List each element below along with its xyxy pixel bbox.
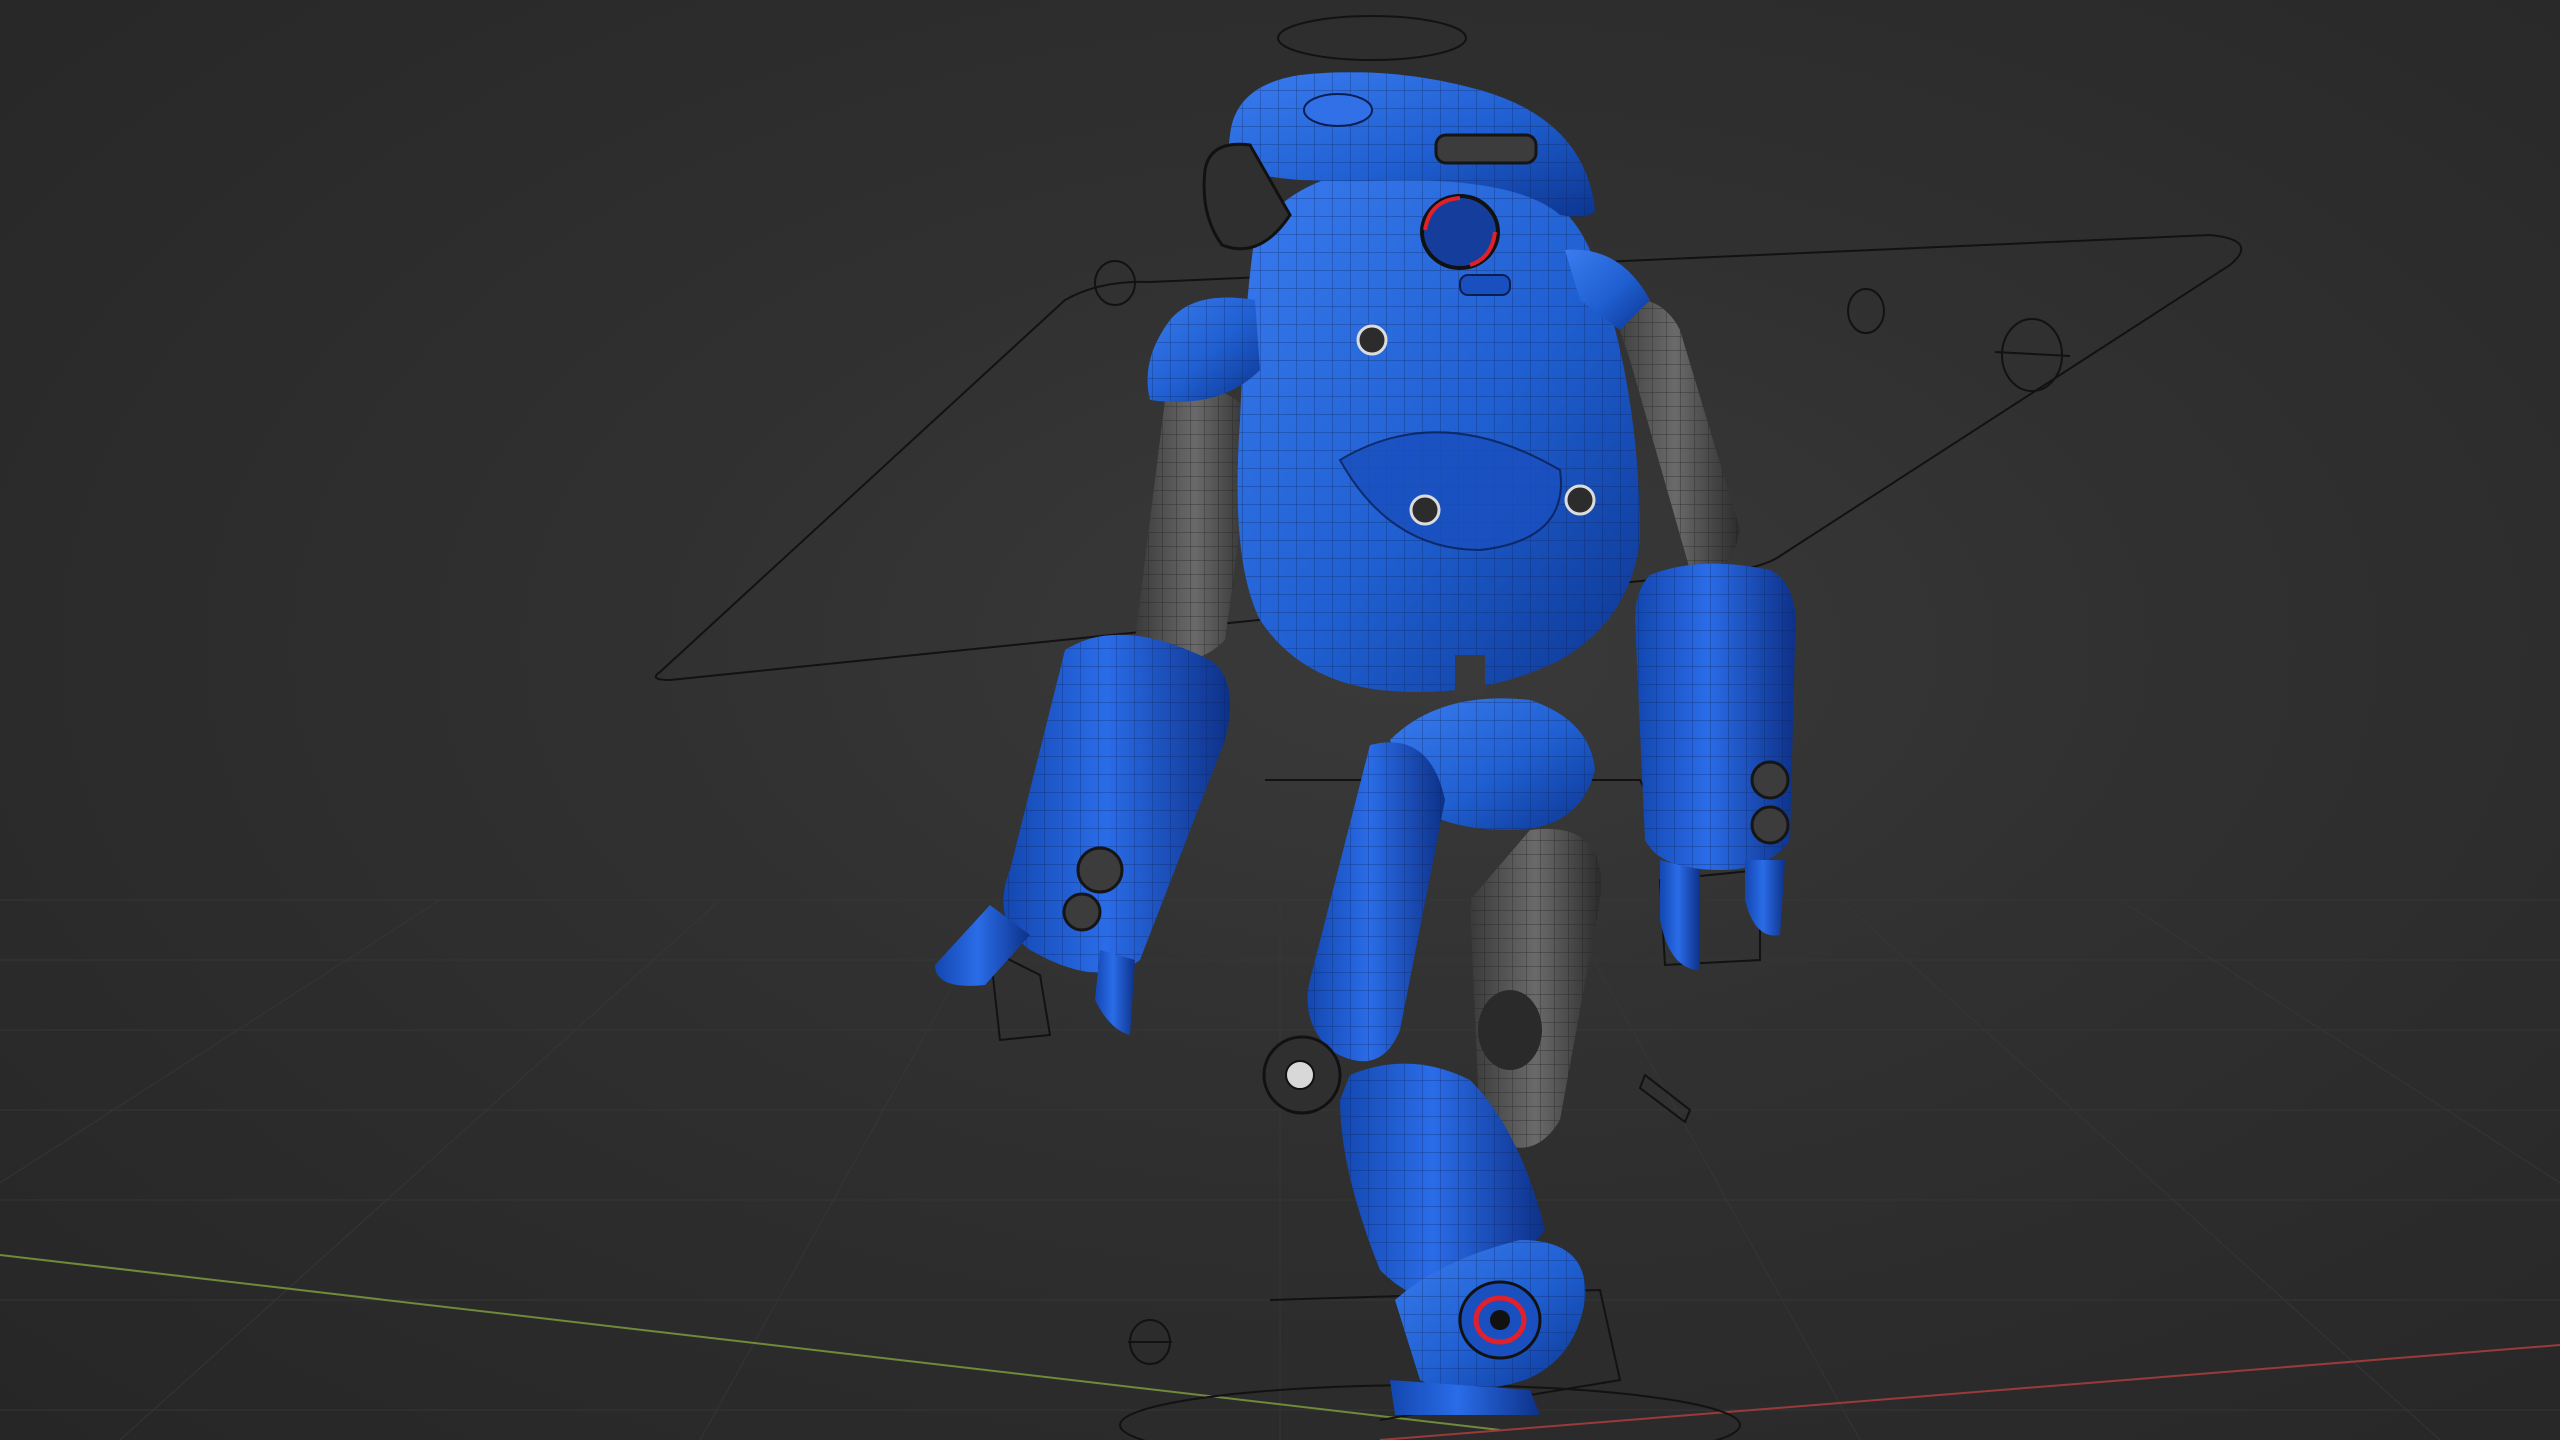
3d-viewport[interactable] <box>0 0 2560 1440</box>
left-arm[interactable] <box>935 388 1255 1035</box>
chest-screw-icon <box>1356 324 1388 356</box>
head-control[interactable] <box>1277 15 1467 61</box>
eye-lens-icon <box>1420 194 1500 270</box>
wrist-bolt-icon <box>1076 846 1124 894</box>
viewport-canvas[interactable] <box>0 0 2560 1440</box>
visor-slot <box>1434 133 1538 165</box>
floor-grid <box>0 899 2560 1440</box>
ik-handle[interactable] <box>1638 1073 1692 1124</box>
robot-model[interactable] <box>935 72 1796 1415</box>
y-axis-line <box>0 1254 1501 1431</box>
shoulder-r-control[interactable] <box>1847 288 1885 334</box>
back-leg[interactable] <box>1470 828 1602 1148</box>
right-arm[interactable] <box>1610 298 1796 970</box>
